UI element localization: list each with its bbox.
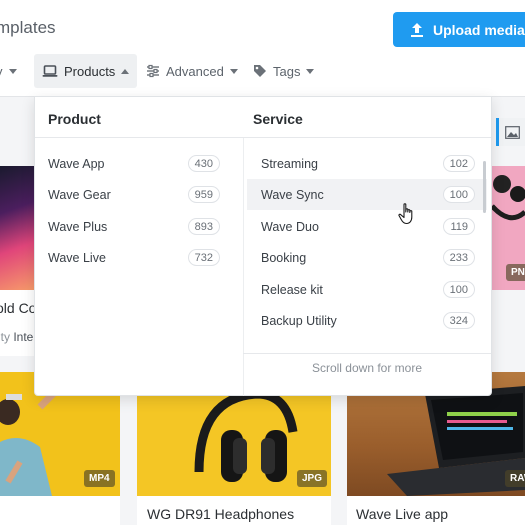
- image-icon: [504, 125, 520, 139]
- filter-tags[interactable]: Tags: [253, 54, 315, 88]
- filter-products[interactable]: Products: [34, 54, 138, 88]
- service-option-label: Wave Duo: [261, 219, 319, 234]
- service-count-badge: 119: [443, 218, 475, 235]
- service-option-wave-sync[interactable]: Wave Sync 100: [247, 179, 487, 210]
- image-view-icon[interactable]: [496, 118, 525, 146]
- service-option-release-kit[interactable]: Release kit 100: [247, 274, 487, 305]
- card-subtitle-bold: Inte: [13, 330, 34, 344]
- service-option-label: Release kit: [261, 282, 323, 297]
- product-count-badge: 732: [187, 249, 220, 266]
- file-type-badge: PNG: [506, 264, 525, 281]
- service-option-label: Booking: [261, 250, 307, 265]
- tag-icon: [254, 65, 266, 77]
- service-option-streaming[interactable]: Streaming 102: [247, 148, 487, 179]
- service-option-wave-duo[interactable]: Wave Duo 119: [247, 211, 487, 242]
- product-option-wave-app[interactable]: Wave App 430: [48, 148, 220, 179]
- product-column-heading: Product: [48, 111, 101, 127]
- laptop-icon: [42, 65, 58, 77]
- hand-pointer-icon: [398, 203, 413, 225]
- service-option-label: Backup Utility: [261, 313, 337, 328]
- scroll-hint: Scroll down for more: [311, 361, 423, 375]
- chevron-down-icon: [8, 68, 17, 74]
- chevron-down-icon: [229, 68, 238, 74]
- filter-advanced-label: Advanced: [166, 63, 224, 79]
- product-option-label: Wave Gear: [48, 187, 111, 202]
- filter-first[interactable]: y: [0, 54, 17, 88]
- service-count-badge: 324: [442, 312, 475, 329]
- phone-thumbnail: [0, 166, 34, 290]
- file-type-badge: JPG: [297, 470, 328, 487]
- media-card-left[interactable]: old Co ity Inte: [0, 166, 37, 356]
- header: mplates Upload media y Products: [0, 0, 525, 96]
- product-option-wave-live[interactable]: Wave Live 732: [48, 242, 220, 273]
- service-count-badge: 233: [442, 249, 475, 266]
- sliders-icon: [147, 64, 159, 78]
- filter-first-label: y: [0, 64, 3, 79]
- products-dropdown: Product Service Wave App 430 Wave Gear 9…: [34, 96, 492, 396]
- card-subtitle-text: ity: [0, 330, 10, 344]
- service-count-badge: 100: [442, 281, 475, 298]
- service-column-heading: Service: [253, 111, 303, 127]
- card-title: WG DR91 Headphones: [147, 506, 295, 522]
- chevron-down-icon: [306, 68, 315, 74]
- upload-icon: [411, 22, 423, 37]
- heading-divider: [35, 137, 491, 138]
- card-subtitle: ity Inte: [0, 330, 33, 344]
- service-scrollbar[interactable]: [483, 161, 486, 213]
- service-count-badge: 100: [442, 186, 475, 203]
- card-title: old Co: [0, 300, 37, 316]
- service-option-label: Streaming: [261, 156, 318, 171]
- file-type-badge: RAW: [505, 470, 525, 487]
- filter-advanced[interactable]: Advanced: [146, 54, 238, 88]
- product-option-label: Wave Live: [48, 250, 106, 265]
- page-title: mplates: [0, 18, 56, 37]
- product-count-badge: 430: [187, 155, 220, 172]
- media-library-page: mplates Upload media y Products: [0, 0, 525, 525]
- service-option-booking[interactable]: Booking 233: [247, 242, 487, 273]
- service-option-label: Wave Sync: [261, 187, 324, 202]
- scroll-hint-divider: [243, 353, 491, 354]
- product-option-wave-gear[interactable]: Wave Gear 959: [48, 179, 220, 210]
- card-title: Wave Live app: [356, 506, 449, 522]
- product-option-wave-plus[interactable]: Wave Plus 893: [48, 211, 220, 242]
- product-option-label: Wave Plus: [48, 219, 108, 234]
- product-option-label: Wave App: [48, 156, 105, 171]
- chevron-up-icon: [121, 68, 130, 74]
- column-separator: [243, 138, 244, 396]
- file-type-badge: MP4: [84, 470, 115, 487]
- product-count-badge: 893: [187, 218, 220, 235]
- filter-bar: y Products Adv: [0, 54, 525, 88]
- service-option-backup-utility[interactable]: Backup Utility 324: [247, 305, 487, 336]
- filter-products-label: Products: [64, 63, 116, 79]
- upload-media-button[interactable]: Upload media: [393, 12, 525, 47]
- service-count-badge: 102: [442, 155, 475, 172]
- media-card-right[interactable]: PNG: [492, 166, 525, 290]
- upload-media-label: Upload media: [433, 21, 525, 38]
- filter-tags-label: Tags: [273, 63, 301, 79]
- product-count-badge: 959: [187, 186, 220, 203]
